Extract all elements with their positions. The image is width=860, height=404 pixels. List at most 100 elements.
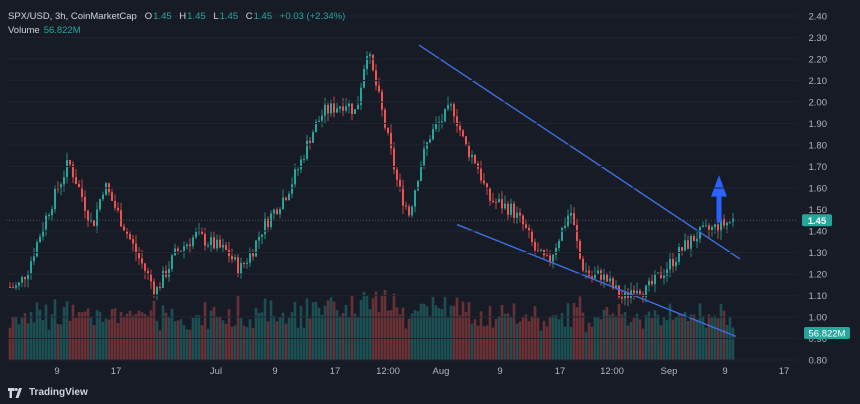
candle-body — [501, 199, 503, 209]
symbol-label[interactable]: SPX/USD, 3h, CoinMarketCap — [8, 11, 137, 22]
volume-bar — [503, 313, 507, 360]
volume-bar — [587, 322, 591, 360]
candle-body — [12, 287, 14, 289]
volume-bar — [683, 312, 687, 360]
candle-body — [654, 273, 656, 285]
arrow-head — [711, 175, 727, 197]
candle-body — [327, 104, 329, 114]
candle-body — [297, 169, 299, 171]
chart-canvas[interactable]: 2.402.302.202.102.001.901.801.701.601.50… — [0, 0, 860, 404]
candle-body — [201, 231, 203, 234]
volume-bar — [83, 311, 87, 360]
volume-bar — [344, 304, 348, 360]
candle-body — [126, 231, 128, 234]
volume-bar — [431, 296, 435, 360]
volume-bar — [296, 327, 300, 360]
volume-bar — [128, 310, 132, 360]
volume-bar — [491, 327, 495, 360]
candle-body — [471, 154, 473, 158]
candle-body — [684, 240, 686, 251]
candle-body — [39, 236, 41, 243]
volume-bar — [524, 314, 528, 360]
volume-bar — [41, 320, 45, 360]
trendlines[interactable] — [418, 44, 741, 337]
candle-body — [276, 209, 278, 215]
volume-bar — [590, 326, 594, 360]
volume-bar — [539, 330, 543, 360]
volume-bar — [476, 325, 480, 360]
candle-body — [435, 124, 437, 129]
volume-bar — [551, 315, 555, 360]
candle-body — [567, 215, 569, 226]
volume-bar — [671, 319, 675, 360]
candle-body — [525, 224, 527, 228]
price-tick-label: 2.10 — [809, 76, 828, 87]
volume-bar — [506, 313, 510, 360]
time-axis[interactable]: 9 17 Jul 9 17 12:00 Aug 9 17 12:00 Sep 9 17 — [54, 366, 789, 377]
candle-body — [489, 187, 491, 201]
candle-body — [216, 239, 218, 249]
candle-body — [681, 247, 683, 251]
candle-body — [486, 183, 488, 188]
candle-body — [462, 130, 464, 137]
candle-body — [444, 108, 446, 122]
candle-body — [390, 132, 392, 149]
candle-body — [519, 212, 521, 216]
candle-body — [660, 272, 662, 279]
volume-bar — [725, 324, 729, 360]
volume-bar — [251, 328, 255, 360]
candle-body — [639, 290, 641, 295]
volume-bar — [458, 315, 462, 360]
change-value: +0.03 (+2.34%) — [279, 11, 346, 22]
volume-bar — [731, 327, 735, 360]
candle-body — [33, 256, 35, 262]
volume-bar — [77, 312, 81, 360]
candle-body — [231, 256, 233, 260]
volume-bar — [689, 314, 693, 360]
volume-bar — [722, 310, 726, 360]
candle-body — [468, 144, 470, 158]
candle-body — [102, 194, 104, 200]
volume-bar — [26, 323, 30, 360]
candle-body — [420, 165, 422, 181]
volume-bar — [494, 319, 498, 360]
volume-bar — [434, 305, 438, 360]
candle-body — [285, 197, 287, 201]
candle-body — [453, 104, 455, 117]
volume-bar — [80, 312, 84, 360]
tradingview-logo[interactable]: TradingView — [8, 387, 88, 398]
volume-label[interactable]: Volume — [8, 25, 40, 36]
candle-body — [585, 270, 587, 272]
volume-bar — [455, 297, 459, 360]
volume-bar — [260, 312, 264, 360]
candle-body — [234, 257, 236, 260]
volume-bar — [290, 312, 294, 360]
volume-bar — [50, 314, 54, 360]
candle-body — [363, 68, 365, 88]
candle-body — [408, 206, 410, 216]
candle-body — [150, 273, 152, 282]
candle-body — [75, 177, 77, 185]
candle-body — [450, 104, 452, 106]
volume-bar — [242, 325, 246, 360]
candle-body — [621, 296, 623, 299]
candle-body — [675, 261, 677, 267]
candle-body — [186, 244, 188, 247]
up-arrow-annotation[interactable] — [711, 175, 727, 223]
volume-bar — [542, 320, 546, 360]
volume-bar — [308, 318, 312, 360]
volume-bar — [608, 315, 612, 360]
candle-body — [648, 280, 650, 286]
candle-body — [381, 91, 383, 110]
time-tick-label: 17 — [555, 366, 566, 377]
candle-body — [141, 258, 143, 264]
volume-bar — [401, 307, 405, 360]
candle-body — [513, 203, 515, 218]
candle-body — [333, 103, 335, 113]
candle-body — [396, 169, 398, 180]
volume-bar — [317, 307, 321, 360]
volume-bar — [233, 325, 237, 360]
candle-body — [726, 222, 728, 226]
price-tick-label: 1.00 — [809, 313, 828, 324]
volume-bar — [188, 329, 192, 360]
